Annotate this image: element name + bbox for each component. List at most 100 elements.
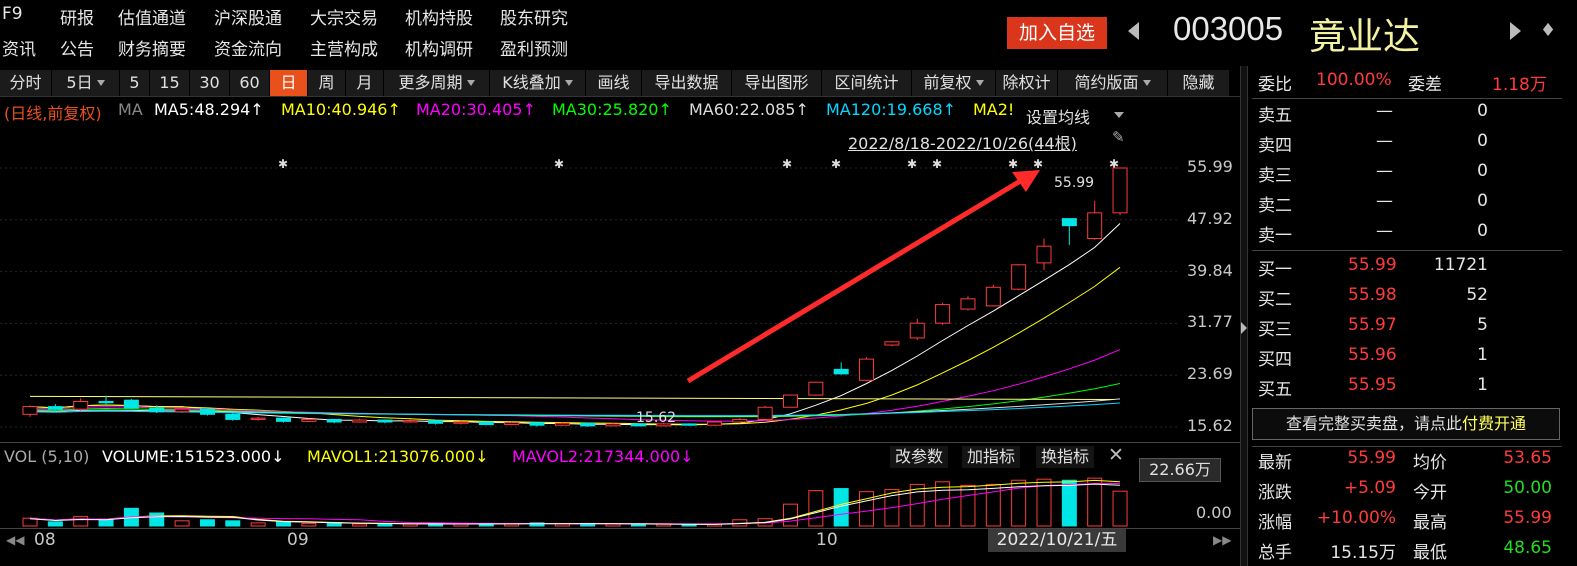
- bell-icon[interactable]: ♦: [1540, 20, 1556, 41]
- nav-item[interactable]: F9: [2, 4, 23, 24]
- candle-body: [453, 421, 469, 424]
- toolbar-button[interactable]: 5: [120, 70, 150, 96]
- quote-value: +10.00%: [1316, 508, 1396, 528]
- toolbar-button[interactable]: 隐藏: [1168, 70, 1230, 96]
- set-ma-dropdown-icon[interactable]: [1114, 112, 1124, 118]
- vol-value: VOLUME:151523.000↓: [102, 447, 285, 466]
- weicha-value: 1.18万: [1492, 75, 1547, 95]
- candle-body: [1087, 212, 1103, 240]
- toolbar-button-label: 除权计: [1002, 73, 1051, 92]
- toolbar-button[interactable]: 简约版面: [1058, 70, 1168, 96]
- toolbar-button[interactable]: 画线: [586, 70, 642, 96]
- quote-label: 最高: [1413, 513, 1447, 533]
- candle-body: [73, 400, 89, 410]
- nav-item[interactable]: 股东研究: [500, 4, 568, 29]
- ma30-value: MA30:25.820↑: [552, 100, 672, 119]
- pin-icon[interactable]: ✎: [1112, 128, 1125, 146]
- right-panel-divider[interactable]: [1240, 66, 1248, 566]
- nav-item[interactable]: 大宗交易: [310, 4, 378, 29]
- nav-item[interactable]: 公告: [60, 35, 94, 60]
- toolbar-button[interactable]: K线叠加: [490, 70, 586, 96]
- toolbar-button-label: 分时: [9, 73, 42, 92]
- volume-chart[interactable]: [0, 472, 1180, 528]
- nav-item[interactable]: 资金流向: [214, 35, 282, 60]
- separator: [1252, 98, 1562, 99]
- toolbar-button-label: 5日: [66, 73, 93, 92]
- nav-item[interactable]: 主营构成: [310, 35, 378, 60]
- toolbar-button[interactable]: 导出数据: [642, 70, 732, 96]
- buy-volume: 1: [1477, 375, 1488, 395]
- event-marker-icon: ✱: [932, 157, 942, 171]
- toolbar-button[interactable]: 更多周期: [384, 70, 490, 96]
- ma10-value: MA10:40.946↑: [281, 100, 401, 119]
- candle-body: [22, 406, 38, 415]
- toolbar-button[interactable]: 15: [150, 70, 190, 96]
- candle-body: [1112, 167, 1128, 214]
- toolbar-button[interactable]: 60: [230, 70, 270, 96]
- vol-label: VOL (5,10): [4, 447, 90, 466]
- switch-indicator-button[interactable]: 换指标: [1036, 446, 1095, 468]
- price-axis-label: 15.62: [1187, 416, 1233, 435]
- set-ma-button[interactable]: 设置均线: [1026, 104, 1090, 128]
- candle-body: [605, 423, 621, 427]
- change-params-button[interactable]: 改参数: [890, 446, 949, 468]
- collapse-panel-icon[interactable]: [1241, 322, 1247, 334]
- buy-row: 买五 55.95 1: [1258, 375, 1558, 400]
- volume-bar: [98, 519, 114, 527]
- volume-bar: [199, 519, 215, 527]
- nav-item[interactable]: 财务摘要: [118, 35, 186, 60]
- nav-item[interactable]: 机构持股: [405, 4, 473, 29]
- buy-row: 买二 55.98 52: [1258, 285, 1558, 310]
- prev-stock-icon[interactable]: [1128, 22, 1139, 40]
- close-icon[interactable]: ✕: [1108, 444, 1124, 466]
- low-price-label: 15.62: [636, 410, 677, 426]
- candle-body: [199, 408, 215, 415]
- chevron-down-icon: [564, 80, 573, 86]
- date-label-09: 09: [287, 530, 309, 550]
- add-watchlist-button[interactable]: 加入自选: [1007, 17, 1107, 49]
- sell-price: —: [1376, 101, 1393, 121]
- chevron-down-icon: [1142, 80, 1151, 86]
- volume-bar: [630, 523, 646, 527]
- volume-bar: [276, 521, 291, 527]
- nav-item[interactable]: 估值通道: [118, 4, 186, 29]
- candle-body: [706, 421, 722, 426]
- volume-bar: [1061, 479, 1077, 527]
- candle-body: [884, 341, 900, 346]
- weibi-value: 100.00%: [1316, 70, 1392, 90]
- toolbar-button[interactable]: 分时: [0, 70, 52, 96]
- ma-line: [29, 223, 1121, 426]
- promo-link[interactable]: 付费开通: [1462, 414, 1526, 433]
- next-stock-icon[interactable]: [1510, 22, 1521, 40]
- quote-value: 48.65: [1503, 538, 1552, 558]
- nav-item[interactable]: 盈利预测: [500, 35, 568, 60]
- nav-item[interactable]: 机构调研: [405, 35, 473, 60]
- candle-body: [301, 418, 317, 422]
- candlestick-chart[interactable]: ✱ ✱ ✱ ✱ ✱ ✱ ✱ ✱ ✱: [0, 150, 1180, 440]
- toolbar-button[interactable]: 区间统计: [822, 70, 912, 96]
- toolbar-button[interactable]: 周: [308, 70, 346, 96]
- scroll-right-icon[interactable]: ▶▶: [1213, 533, 1231, 547]
- ma-line: [29, 266, 1121, 425]
- quote-label: 总手: [1258, 543, 1292, 563]
- mavol-line: [29, 479, 1121, 525]
- scroll-left-icon[interactable]: ◀◀: [6, 533, 24, 547]
- nav-item[interactable]: 研报: [60, 4, 94, 29]
- add-indicator-button[interactable]: 加指标: [962, 446, 1021, 468]
- sell-row: 卖一 — 0: [1258, 221, 1558, 246]
- nav-item[interactable]: 资讯: [2, 35, 36, 60]
- nav-item[interactable]: 沪深股通: [214, 4, 282, 29]
- toolbar-button[interactable]: 前复权: [912, 70, 996, 96]
- toolbar-button-label: 前复权: [923, 73, 972, 92]
- toolbar-button[interactable]: 除权计: [996, 70, 1058, 96]
- candle-body: [98, 400, 114, 404]
- ma-line: [29, 395, 1115, 401]
- ma120-value: MA120:19.668↑: [826, 100, 957, 119]
- toolbar-button[interactable]: 日: [270, 70, 308, 96]
- toolbar-button[interactable]: 5日: [52, 70, 120, 96]
- toolbar-button[interactable]: 导出图形: [732, 70, 822, 96]
- toolbar-button[interactable]: 月: [346, 70, 384, 96]
- toolbar-button[interactable]: 30: [190, 70, 230, 96]
- weicha-label: 委差: [1408, 75, 1442, 95]
- promo-banner[interactable]: 查看完整买卖盘，请点此付费开通: [1252, 408, 1560, 440]
